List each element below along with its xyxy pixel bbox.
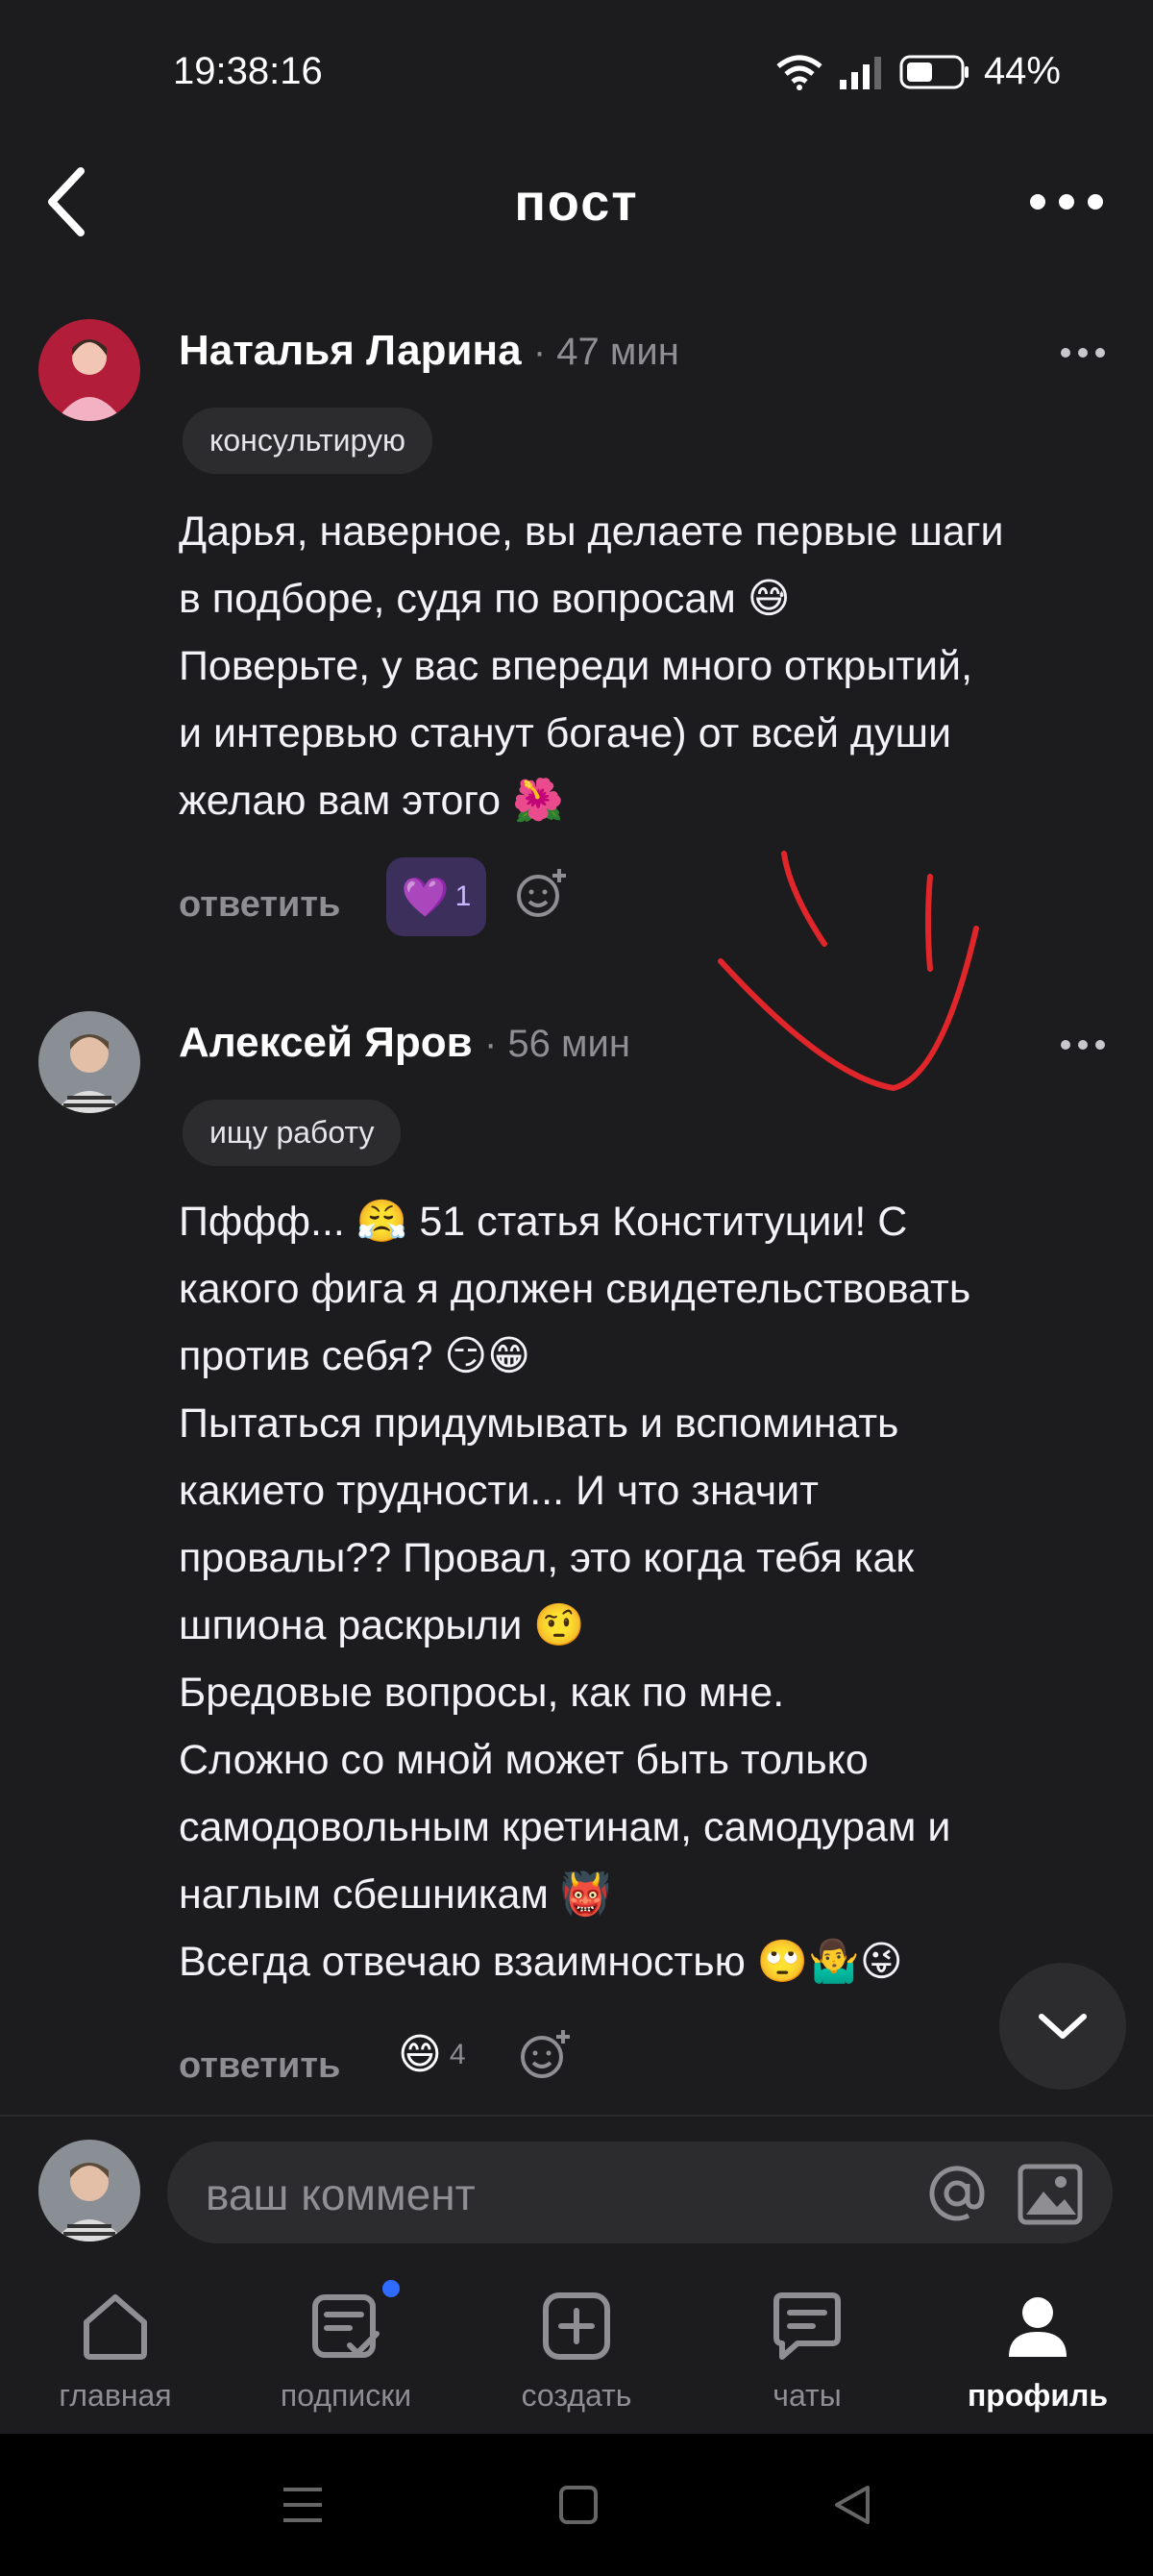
wifi-icon (776, 55, 822, 90)
signal-icon (839, 56, 881, 89)
subscriptions-icon (312, 2294, 380, 2358)
reaction-count: 4 (449, 2038, 466, 2070)
menu-icon[interactable] (280, 2484, 326, 2526)
more-options-button[interactable] (1018, 183, 1115, 221)
reply-button[interactable]: ответить (179, 884, 340, 926)
comment-input-placeholder: ваш коммент (206, 2169, 476, 2219)
comment-author[interactable]: Алексей Яров (179, 1019, 473, 1066)
avatar[interactable] (38, 319, 140, 421)
reaction-count: 1 (454, 880, 472, 912)
comment-author-line: Алексей Яров · 56 мин (179, 1019, 630, 1067)
at-sign-icon (929, 2166, 985, 2221)
reply-button[interactable]: ответить (179, 2045, 340, 2087)
comment-text-line: самодовольным кретинам, самодурам и (179, 1804, 951, 1850)
comment-body: Пффф... 😤 51 статья Конституции! С каког… (179, 1188, 1140, 1995)
reaction-button[interactable]: 💜 1 (386, 857, 486, 936)
attach-image-button[interactable] (1017, 2161, 1084, 2233)
comment-text-line: какието трудности... И что значит (179, 1468, 819, 1514)
home-icon (84, 2294, 147, 2360)
notification-dot (382, 2280, 400, 2297)
profile-icon (1009, 2297, 1067, 2357)
comment-text-line: против себя? 😏😁 (179, 1333, 531, 1379)
back-triangle-icon[interactable] (831, 2484, 873, 2526)
nav-label: профиль (967, 2378, 1109, 2413)
comment-time: · 47 мин (532, 331, 679, 373)
comment-text-line: желаю вам этого 🌺 (179, 778, 564, 824)
comment-text-line: и интервью станут богаче) от всей души (179, 710, 952, 756)
comment-text-line: наглым сбешникам 👹 (179, 1871, 612, 1918)
grin-reaction-icon: 😄 (398, 2030, 442, 2079)
comment-more-button[interactable] (1061, 1030, 1118, 1059)
more-dot-icon (1030, 194, 1045, 210)
avatar[interactable] (38, 1011, 140, 1113)
chat-icon (773, 2292, 841, 2360)
nav-item-subscriptions[interactable]: подписки (231, 2259, 461, 2432)
reaction-button[interactable]: 😄 4 (398, 2030, 466, 2079)
comment-author[interactable]: Наталья Ларина (179, 327, 522, 374)
comment-body: Дарья, наверное, вы делаете первые шаги … (179, 498, 1140, 834)
author-status-tag: консультирую (183, 408, 432, 474)
nav-item-chats[interactable]: чаты (692, 2259, 922, 2432)
nav-label: создать (521, 2378, 632, 2413)
home-square-icon[interactable] (557, 2484, 600, 2526)
comment-text-line: провалы?? Провал, это когда тебя как (179, 1535, 915, 1581)
author-status-tag: ищу работу (183, 1100, 402, 1166)
status-icons: 44% (774, 50, 1061, 93)
create-icon (543, 2292, 610, 2360)
image-icon (1018, 2164, 1083, 2225)
bottom-navigation: главная подписки создать чаты профиль (0, 2259, 1153, 2432)
add-emoji-icon (517, 869, 566, 917)
chevron-down-icon (1039, 2014, 1087, 2039)
comment-text-line: Пытаться придумывать и вспоминать (179, 1400, 899, 1447)
nav-label: чаты (773, 2378, 842, 2413)
mention-button[interactable] (926, 2163, 988, 2229)
scroll-down-button[interactable] (999, 1963, 1126, 2090)
add-reaction-button[interactable] (519, 2028, 573, 2087)
heart-reaction-icon: 💜 (401, 875, 450, 920)
comment-text-line: шпиона раскрыли 🤨 (179, 1602, 585, 1648)
comment-text-line: какого фига я должен свидетельствовать (179, 1266, 971, 1312)
my-avatar[interactable] (38, 2140, 140, 2242)
nav-label: подписки (280, 2378, 412, 2413)
more-dot-icon (1059, 194, 1074, 210)
comment-more-button[interactable] (1061, 338, 1118, 367)
more-dot-icon (1088, 194, 1103, 210)
comment-text-line: Дарья, наверное, вы делаете первые шаги (179, 508, 1004, 555)
hand-drawn-arrow-annotation (718, 851, 979, 1092)
comment-text-line: Поверьте, у вас впереди много открытий, (179, 643, 973, 689)
comment-text-line: Бредовые вопросы, как по мне. (179, 1670, 785, 1716)
nav-label: главная (59, 2378, 172, 2413)
nav-item-home[interactable]: главная (0, 2259, 231, 2432)
comment-text-line: Сложно со мной может быть только (179, 1737, 869, 1783)
battery-percent: 44% (983, 50, 1061, 92)
page-title: пост (514, 174, 639, 232)
nav-item-profile[interactable]: профиль (922, 2259, 1153, 2432)
comment-text-line: в подборе, судя по вопросам 😅 (179, 576, 791, 622)
comment-author-line: Наталья Ларина · 47 мин (179, 327, 679, 375)
comment-time: · 56 мин (483, 1023, 630, 1065)
system-navigation-bar (0, 2434, 1153, 2576)
nav-item-create[interactable]: создать (461, 2259, 692, 2432)
status-time: 19:38:16 (173, 50, 323, 92)
comment-text-line: Всегда отвечаю взаимностью 🙄🤷‍♂️😜 (179, 1939, 903, 1985)
add-emoji-icon (521, 2030, 570, 2078)
add-reaction-button[interactable] (515, 867, 569, 926)
battery-icon (899, 55, 969, 88)
comment-text-line: Пффф... 😤 51 статья Конституции! С (179, 1199, 908, 1245)
